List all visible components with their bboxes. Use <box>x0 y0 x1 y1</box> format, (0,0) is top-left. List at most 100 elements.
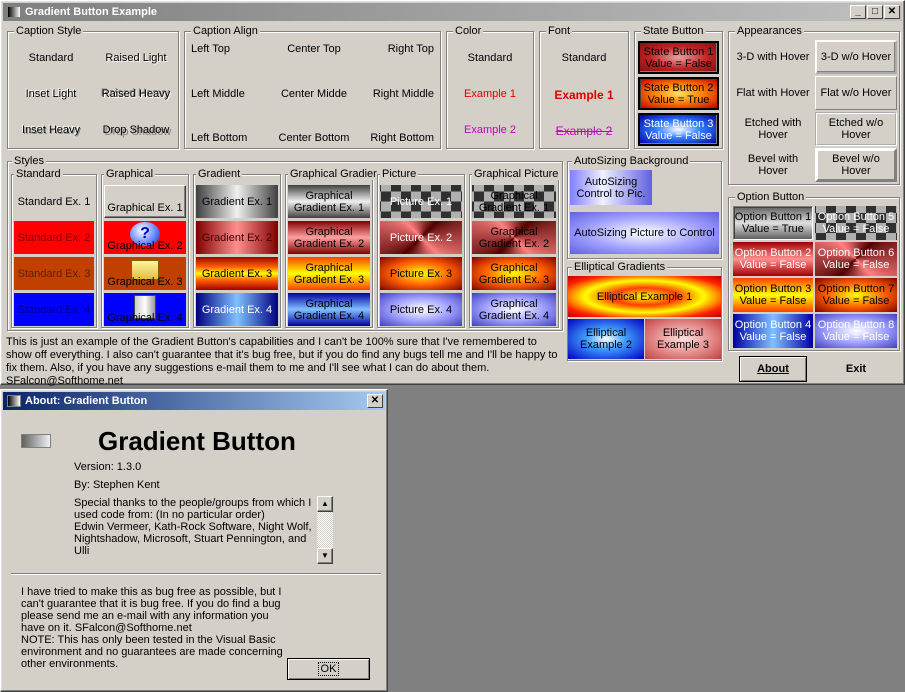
graphical-picture-ex-2[interactable]: Graphical Gradient Ex. 2 <box>472 221 556 254</box>
font-group: Font Standard Example 1 Example 2 <box>539 25 629 149</box>
graphical-ex-3[interactable]: Graphical Ex. 3 <box>104 257 186 290</box>
option-button-6[interactable]: Option Button 6 Value = False <box>815 242 897 276</box>
appearance-flat-no-hover[interactable]: Flat w/o Hover <box>815 76 897 110</box>
picture-ex-3[interactable]: Picture Ex. 3 <box>380 257 462 290</box>
gradient-group: Gradient Gradient Ex. 1 Gradient Ex. 2 G… <box>193 168 281 328</box>
standard-ex-4[interactable]: Standard Ex. 4 <box>14 293 94 326</box>
caption-style-legend: Caption Style <box>14 25 84 37</box>
option-button-4[interactable]: Option Button 4 Value = False <box>733 314 813 348</box>
graphical-ex-2-label: Graphical Ex. 2 <box>107 240 183 252</box>
option-button-3[interactable]: Option Button 3 Value = False <box>733 278 813 312</box>
color-example-2[interactable]: Example 2 <box>447 124 533 136</box>
graphical-ex-2[interactable]: ? Graphical Ex. 2 <box>104 221 186 254</box>
font-example-1[interactable]: Example 1 <box>540 88 628 102</box>
state-button-group: State Button State Button 1 Value = Fals… <box>634 25 723 149</box>
graphical-gradient-ex-4[interactable]: Graphical Gradient Ex. 4 <box>288 293 370 326</box>
picture-ex-4[interactable]: Picture Ex. 4 <box>380 293 462 326</box>
align-right-middle[interactable]: Right Middle <box>373 88 434 100</box>
graphical-legend: Graphical <box>104 168 156 180</box>
thanks-scrollbar[interactable]: ▲ ▼ <box>317 496 333 564</box>
font-standard[interactable]: Standard <box>540 52 628 64</box>
standard-ex-3[interactable]: Standard Ex. 3 <box>14 257 94 290</box>
appearance-bevel-no-hover[interactable]: Bevel w/o Hover <box>815 148 897 182</box>
elliptical-example-2-label: Elliptical Example 2 <box>580 327 632 351</box>
option-button-7[interactable]: Option Button 7 Value = False <box>815 278 897 312</box>
align-center-bottom[interactable]: Center Bottom <box>273 132 355 144</box>
gradient-ex-4[interactable]: Gradient Ex. 4 <box>196 293 278 326</box>
option-button-7-label: Option Button 7 Value = False <box>817 283 895 307</box>
exit-button[interactable]: Exit <box>821 356 891 382</box>
elliptical-example-2[interactable]: Elliptical Example 2 <box>568 319 644 359</box>
elliptical-example-3[interactable]: Elliptical Example 3 <box>645 319 721 359</box>
gradient-ex-3[interactable]: Gradient Ex. 3 <box>196 257 278 290</box>
graphical-picture-ex-3[interactable]: Graphical Gradient Ex. 3 <box>472 257 556 290</box>
autosizing-picture-to-control[interactable]: AutoSizing Picture to Control <box>570 212 719 254</box>
graphical-ex-1[interactable]: Graphical Ex. 1 <box>104 185 186 218</box>
appearance-flat-no-hover-label: Flat w/o Hover <box>820 87 892 99</box>
align-left-bottom[interactable]: Left Bottom <box>191 132 247 144</box>
maximize-button[interactable]: □ <box>867 5 883 19</box>
gradient-ex-1-label: Gradient Ex. 1 <box>201 195 273 208</box>
gradient-ex-2[interactable]: Gradient Ex. 2 <box>196 221 278 254</box>
caption-align-group: Caption Align Left Top Center Top Right … <box>184 25 441 149</box>
caption-inset-heavy[interactable]: Inset Heavy <box>20 124 82 136</box>
color-example-1[interactable]: Example 1 <box>447 88 533 100</box>
appearance-flat-hover[interactable]: Flat with Hover <box>733 76 813 110</box>
graphical-gradient-ex-3[interactable]: Graphical Gradient Ex. 3 <box>288 257 370 290</box>
standard-ex-4-label: Standard Ex. 4 <box>17 303 91 316</box>
scroll-down-button[interactable]: ▼ <box>317 548 333 564</box>
autosizing-control-to-pic[interactable]: AutoSizing Control to Pic. <box>570 170 652 205</box>
option-button-1[interactable]: Option Button 1 Value = True <box>733 206 813 240</box>
caption-raised-light[interactable]: Raised Light <box>98 52 174 64</box>
graphical-picture-ex-4[interactable]: Graphical Gradient Ex. 4 <box>472 293 556 326</box>
graphical-picture-ex-1[interactable]: Graphical Gradient Ex. 1 <box>472 185 556 218</box>
caption-raised-heavy[interactable]: Raised Heavy <box>98 88 174 100</box>
ok-button-label: OK <box>317 662 340 676</box>
about-titlebar[interactable]: About: Gradient Button ✕ <box>3 392 385 410</box>
align-right-top[interactable]: Right Top <box>388 43 434 55</box>
align-right-bottom[interactable]: Right Bottom <box>370 132 434 144</box>
align-center-middle[interactable]: Center Midde <box>273 88 355 100</box>
option-button-5[interactable]: Option Button 5 Value = False <box>815 206 897 240</box>
autosizing-legend: AutoSizing Background <box>572 155 691 167</box>
about-button[interactable]: About <box>739 356 807 382</box>
caption-standard[interactable]: Standard <box>20 52 82 64</box>
option-button-3-label: Option Button 3 Value = False <box>734 283 812 307</box>
font-example-2[interactable]: Example 2 <box>540 124 628 138</box>
caption-inset-light[interactable]: Inset Light <box>20 88 82 100</box>
standard-ex-1[interactable]: Standard Ex. 1 <box>14 185 94 218</box>
color-standard[interactable]: Standard <box>447 52 533 64</box>
ok-button[interactable]: OK <box>287 658 370 680</box>
align-center-top[interactable]: Center Top <box>273 43 355 55</box>
picture-ex-1[interactable]: Picture Ex. 1 <box>380 185 462 218</box>
gradient-ex-4-label: Gradient Ex. 4 <box>201 303 273 316</box>
appearance-etched-no-hover[interactable]: Etched w/o Hover <box>815 112 897 146</box>
exit-button-label: Exit <box>845 363 867 375</box>
about-app-icon <box>7 395 21 407</box>
appearance-etched-hover[interactable]: Etched with Hover <box>733 112 813 146</box>
align-left-top[interactable]: Left Top <box>191 43 230 55</box>
caption-drop-shadow[interactable]: Drop Shadow <box>98 124 174 136</box>
standard-ex-2[interactable]: Standard Ex. 2 <box>14 221 94 254</box>
appearance-3d-no-hover[interactable]: 3-D w/o Hover <box>815 40 897 74</box>
graphical-gradient-ex-1[interactable]: Graphical Gradient Ex. 1 <box>288 185 370 218</box>
about-close-button[interactable]: ✕ <box>367 394 383 408</box>
align-left-middle[interactable]: Left Middle <box>191 88 245 100</box>
scroll-up-button[interactable]: ▲ <box>317 496 333 512</box>
state-button-1[interactable]: State Button 1 Value = False <box>638 41 719 74</box>
graphical-ex-4[interactable]: Graphical Ex. 4 <box>104 293 186 326</box>
close-button[interactable]: ✕ <box>884 5 900 19</box>
minimize-button[interactable]: _ <box>850 5 866 19</box>
gradient-ex-1[interactable]: Gradient Ex. 1 <box>196 185 278 218</box>
appearance-3d-hover[interactable]: 3-D with Hover <box>733 40 813 74</box>
graphical-gradient-ex-2[interactable]: Graphical Gradient Ex. 2 <box>288 221 370 254</box>
state-button-2[interactable]: State Button 2 Value = True <box>638 77 719 110</box>
picture-ex-2[interactable]: Picture Ex. 2 <box>380 221 462 254</box>
option-button-2[interactable]: Option Button 2 Value = False <box>733 242 813 276</box>
option-button-8[interactable]: Option Button 8 Value = False <box>815 314 897 348</box>
about-disclaimer: I have tried to make this as bug free as… <box>21 586 283 670</box>
appearance-bevel-hover[interactable]: Bevel with Hover <box>733 148 813 182</box>
elliptical-example-1[interactable]: Elliptical Example 1 <box>568 276 721 317</box>
main-titlebar[interactable]: Gradient Button Example _ □ ✕ <box>3 3 902 21</box>
state-button-3[interactable]: State Button 3 Value = False <box>638 113 719 146</box>
